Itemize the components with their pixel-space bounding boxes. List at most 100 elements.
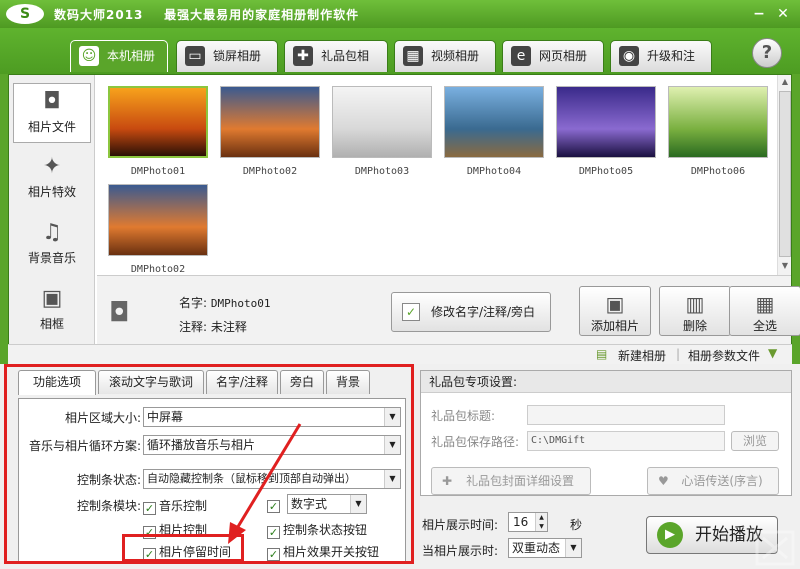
photo-thumbnail[interactable]: DMPhoto06	[667, 85, 769, 181]
minimize-button[interactable]: −	[750, 5, 768, 23]
add-photo-button[interactable]: ▣ 添加相片	[579, 286, 651, 336]
gift-path-label: 礼品包保存路径:	[431, 435, 520, 449]
photo-note-row: 注释: 未注释	[179, 318, 247, 335]
chevron-down-icon[interactable]: ▼	[565, 539, 581, 557]
duration-unit: 秒	[570, 518, 583, 532]
gift-path-input[interactable]: C:\DMGift	[527, 431, 725, 451]
select-all-icon: ▦	[755, 292, 775, 316]
edit-button-label: 修改名字/注释/旁白	[430, 305, 536, 319]
photo-image	[444, 86, 544, 158]
heart-message-button[interactable]: ♥ 心语传送(序言)	[647, 467, 779, 495]
watermark-logo-icon	[755, 530, 795, 566]
window-title: 数码大师2013 最强大最易用的家庭相册制作软件	[54, 6, 359, 23]
camera-icon: ◘	[109, 298, 130, 328]
photo-name-row: 名字: DMPhoto01	[179, 294, 270, 311]
photo-caption: DMPhoto01	[130, 166, 186, 177]
edit-name-note-button[interactable]: ✓ 修改名字/注释/旁白	[391, 292, 551, 332]
photo-caption: DMPhoto02	[130, 264, 186, 275]
tab-label: 本机相册	[107, 49, 156, 63]
photo-thumbnail[interactable]: DMPhoto02	[219, 85, 321, 181]
app-name: 数码大师2013	[54, 8, 144, 22]
tab-upgrade-register[interactable]: ◉ 升级和注册	[610, 40, 712, 93]
person-icon: ☺	[79, 46, 99, 66]
photo-image	[668, 86, 768, 158]
nav-label: 相框	[39, 317, 64, 331]
nav-photo-files[interactable]: ◘ 相片文件	[13, 83, 91, 143]
nav-background-music[interactable]: ♫ 背景音乐	[13, 215, 91, 275]
help-button[interactable]: ?	[752, 38, 782, 68]
highlight-box-dwell-time	[122, 534, 244, 562]
display-mode-select[interactable]: 双重动态 ▼	[508, 538, 582, 558]
document-icon: ▤	[596, 347, 608, 361]
gift-panel-header: 礼品包专项设置:	[421, 371, 791, 393]
frame-icon: ▣	[41, 286, 63, 311]
left-nav: ◘ 相片文件 ✦ 相片特效 ♫ 背景音乐 ▣ 相框	[9, 75, 95, 363]
nav-label: 相片特效	[27, 185, 76, 199]
add-photo-icon: ▣	[605, 292, 625, 316]
gift-icon: ✚	[442, 474, 453, 488]
effects-icon: ✦	[42, 154, 62, 179]
scroll-up-arrow[interactable]: ▲	[778, 75, 792, 89]
delete-button[interactable]: ▥ 删除	[659, 286, 731, 336]
tab-label: 视频相册	[431, 49, 480, 63]
note-label: 注释:	[179, 320, 208, 334]
trash-icon: ▥	[685, 292, 705, 316]
photo-thumbnail[interactable]: DMPhoto03	[331, 85, 433, 181]
display-mode-value: 双重动态	[512, 541, 561, 555]
button-label: 开始播放	[695, 525, 763, 545]
camera-icon: ◘	[43, 89, 61, 114]
album-params-link[interactable]: 相册参数文件	[688, 347, 760, 364]
gift-cover-settings-button[interactable]: ✚ 礼品包封面详细设置	[431, 467, 591, 495]
photo-image	[556, 86, 656, 158]
button-label: 心语传送(序言)	[681, 474, 763, 488]
scroll-thumb[interactable]	[779, 91, 791, 257]
album-toolbar: ▤ 新建相册 | 相册参数文件 ▼	[8, 344, 792, 364]
app-logo: S	[6, 4, 44, 24]
action-label: 删除	[682, 319, 707, 333]
heart-icon: ♥	[658, 474, 669, 488]
photo-thumbnail[interactable]: DMPhoto01	[107, 85, 209, 181]
nav-frame[interactable]: ▣ 相框	[13, 281, 91, 341]
album-content: ◘ 相片文件 ✦ 相片特效 ♫ 背景音乐 ▣ 相框 DMPhoto01 DMPho…	[8, 74, 800, 364]
photo-caption: DMPhoto03	[354, 166, 410, 177]
browse-button[interactable]: 浏览	[731, 431, 779, 451]
ie-icon: e	[511, 46, 531, 66]
checkmark-icon: ✓	[402, 303, 420, 321]
photo-image	[108, 86, 208, 158]
photo-thumbnail[interactable]: DMPhoto04	[443, 85, 545, 181]
main-tab-bar: ☺ 本机相册 ▭ 锁屏相册 ✚ 礼品包相册 ▦ 视频相册 e 网页相册 ◉ 升级…	[0, 28, 800, 93]
monitor-icon: ▭	[185, 46, 205, 66]
title-bar: S 数码大师2013 最强大最易用的家庭相册制作软件 − ✕	[0, 0, 800, 28]
photo-caption: DMPhoto05	[578, 166, 634, 177]
tab-video-album[interactable]: ▦ 视频相册	[394, 40, 496, 72]
photo-thumbnail[interactable]: DMPhoto05	[555, 85, 657, 181]
nav-label: 背景音乐	[27, 251, 76, 265]
duration-spinner[interactable]: 16 ▲ ▼	[508, 512, 548, 532]
app-slogan: 最强大最易用的家庭相册制作软件	[164, 8, 360, 22]
close-button[interactable]: ✕	[774, 5, 792, 23]
gift-icon: ✚	[293, 46, 313, 66]
duration-label: 相片展示时间:	[422, 518, 499, 532]
select-all-button[interactable]: ▦ 全选	[729, 286, 800, 336]
photo-image	[332, 86, 432, 158]
tab-local-album[interactable]: ☺ 本机相册	[70, 40, 168, 72]
photo-thumbnail[interactable]: DMPhoto02	[107, 183, 209, 279]
tab-label: 网页相册	[539, 49, 588, 63]
play-icon: ▶	[657, 522, 683, 548]
nav-photo-effects[interactable]: ✦ 相片特效	[13, 149, 91, 209]
chevron-down-icon[interactable]: ▼	[768, 346, 777, 360]
note-value: 未注释	[210, 320, 247, 334]
photo-image	[108, 184, 208, 256]
tab-lockscreen-album[interactable]: ▭ 锁屏相册	[176, 40, 278, 72]
music-note-icon: ♫	[42, 220, 62, 245]
photo-caption: DMPhoto06	[690, 166, 746, 177]
tab-gift-album[interactable]: ✚ 礼品包相册	[284, 40, 388, 93]
tab-web-album[interactable]: e 网页相册	[502, 40, 604, 72]
photo-grid-scrollbar[interactable]: ▲ ▼	[777, 75, 791, 275]
photo-caption: DMPhoto02	[242, 166, 298, 177]
scroll-down-arrow[interactable]: ▼	[778, 259, 792, 273]
name-value: DMPhoto01	[210, 297, 271, 310]
gift-title-input[interactable]	[527, 405, 725, 425]
spinner-arrows-icon[interactable]: ▲ ▼	[535, 513, 547, 531]
new-album-link[interactable]: 新建相册	[618, 347, 666, 364]
